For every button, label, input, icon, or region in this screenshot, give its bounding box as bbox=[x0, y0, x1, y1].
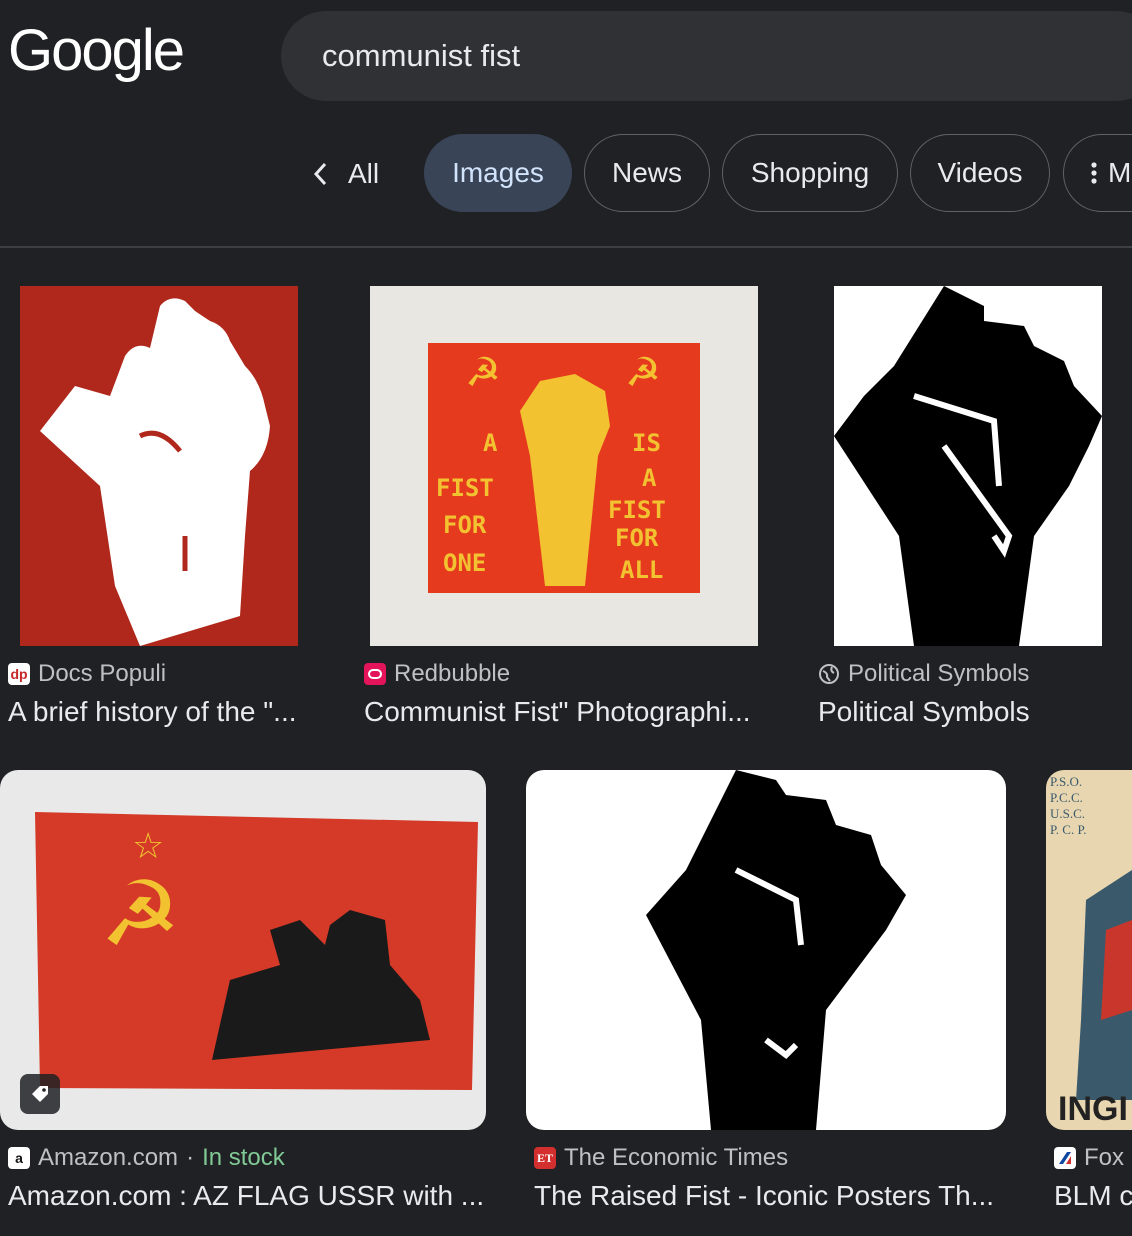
poster-text-right-1: IS bbox=[632, 429, 661, 457]
tab-images[interactable]: Images bbox=[424, 134, 572, 212]
header-divider bbox=[0, 246, 1132, 248]
poster-text-right-3: FIST bbox=[608, 496, 666, 524]
more-vert-icon bbox=[1091, 162, 1097, 184]
poster-headline: INGI bbox=[1058, 1090, 1128, 1128]
source-separator: · bbox=[186, 1144, 195, 1171]
poster-line-4: P. C. P. bbox=[1050, 822, 1087, 837]
result-title-1[interactable]: A brief history of the "... bbox=[8, 696, 308, 728]
hammer-sickle-left-icon: ☭ bbox=[465, 350, 501, 396]
result-image-1[interactable] bbox=[20, 286, 298, 646]
result-source-name: Fox bbox=[1084, 1144, 1125, 1171]
tab-more[interactable]: M bbox=[1063, 134, 1132, 212]
result-source-name: Political Symbols bbox=[848, 660, 1030, 687]
tab-images-label: Images bbox=[452, 157, 544, 188]
result-source-1[interactable]: dp Docs Populi bbox=[8, 660, 166, 688]
result-image-6[interactable]: P.S.O. P.C.C. U.S.C. P. C. P. INGI bbox=[1046, 770, 1132, 1130]
result-image-4[interactable]: ☆ ☭ bbox=[0, 770, 486, 1130]
poster-text-right-5: ALL bbox=[620, 556, 663, 584]
result-source-2[interactable]: Redbubble bbox=[364, 660, 510, 688]
result-source-6[interactable]: Fox bbox=[1054, 1144, 1124, 1172]
hammer-sickle-icon: ☭ bbox=[100, 862, 181, 967]
poster-text-left-2: FIST bbox=[436, 474, 494, 502]
amazon-favicon-icon: a bbox=[8, 1147, 30, 1169]
result-title-2[interactable]: Communist Fist" Photographi... bbox=[364, 696, 764, 728]
result-source-name: Docs Populi bbox=[38, 660, 167, 687]
globe-icon bbox=[818, 663, 840, 685]
result-title-6[interactable]: BLM c bbox=[1054, 1180, 1132, 1212]
hammer-sickle-right-icon: ☭ bbox=[625, 350, 661, 396]
result-source-3[interactable]: Political Symbols bbox=[818, 660, 1029, 688]
tab-shopping[interactable]: Shopping bbox=[722, 134, 898, 212]
tab-shopping-label: Shopping bbox=[750, 157, 870, 188]
raised-fist-poster-image bbox=[646, 770, 906, 1130]
tab-all[interactable]: All bbox=[310, 134, 379, 214]
redbubble-favicon-icon bbox=[364, 663, 386, 685]
black-fist-image bbox=[834, 286, 1102, 646]
result-title-3[interactable]: Political Symbols bbox=[818, 696, 1118, 728]
result-source-4[interactable]: a Amazon.com · In stock bbox=[8, 1144, 285, 1172]
result-image-2[interactable]: ☭ ☭ A FIST FOR ONE IS A FIST FOR ALL bbox=[370, 286, 758, 646]
raised-fist-image bbox=[40, 298, 270, 646]
tab-news-label: News bbox=[611, 157, 682, 188]
result-source-name: Amazon.com bbox=[38, 1144, 179, 1171]
economic-times-favicon-icon: ET bbox=[534, 1147, 556, 1169]
poster-text-left-3: FOR bbox=[443, 511, 487, 539]
tab-all-label: All bbox=[348, 158, 380, 189]
result-title-4[interactable]: Amazon.com : AZ FLAG USSR with ... bbox=[8, 1180, 488, 1212]
search-query-text[interactable]: communist fist bbox=[322, 38, 520, 74]
tab-videos-label: Videos bbox=[937, 157, 1023, 188]
poster-text-left-1: A bbox=[483, 429, 498, 457]
poster-line-1: P.S.O. bbox=[1050, 774, 1082, 789]
result-title-5[interactable]: The Raised Fist - Iconic Posters Th... bbox=[534, 1180, 1004, 1212]
tab-more-label: M bbox=[1108, 157, 1132, 188]
poster-line-3: U.S.C. bbox=[1050, 806, 1085, 821]
result-source-name: The Economic Times bbox=[564, 1144, 789, 1171]
result-source-5[interactable]: ET The Economic Times bbox=[534, 1144, 788, 1172]
vintage-poster-image: P.S.O. P.C.C. U.S.C. P. C. P. INGI bbox=[1050, 774, 1132, 1128]
chevron-left-icon bbox=[313, 162, 327, 186]
fox-favicon-icon bbox=[1054, 1147, 1076, 1169]
result-image-5[interactable] bbox=[526, 770, 1006, 1130]
poster-text-right-4: FOR bbox=[615, 524, 659, 552]
google-logo[interactable]: Google bbox=[8, 22, 185, 80]
poster-text-right-2: A bbox=[642, 464, 657, 492]
star-icon: ☆ bbox=[132, 826, 164, 867]
poster-line-2: P.C.C. bbox=[1050, 790, 1083, 805]
stock-status: In stock bbox=[202, 1144, 285, 1171]
result-source-name: Redbubble bbox=[394, 660, 511, 687]
poster-text-left-4: ONE bbox=[443, 549, 486, 577]
tab-videos[interactable]: Videos bbox=[910, 134, 1050, 212]
docs-populi-favicon-icon: dp bbox=[8, 663, 30, 685]
product-tag-icon bbox=[20, 1074, 60, 1114]
fist-poster-image: ☭ ☭ A FIST FOR ONE IS A FIST FOR ALL bbox=[428, 343, 700, 593]
tab-news[interactable]: News bbox=[584, 134, 710, 212]
ussr-flag-image: ☆ ☭ bbox=[35, 812, 478, 1090]
result-image-3[interactable] bbox=[834, 286, 1102, 646]
